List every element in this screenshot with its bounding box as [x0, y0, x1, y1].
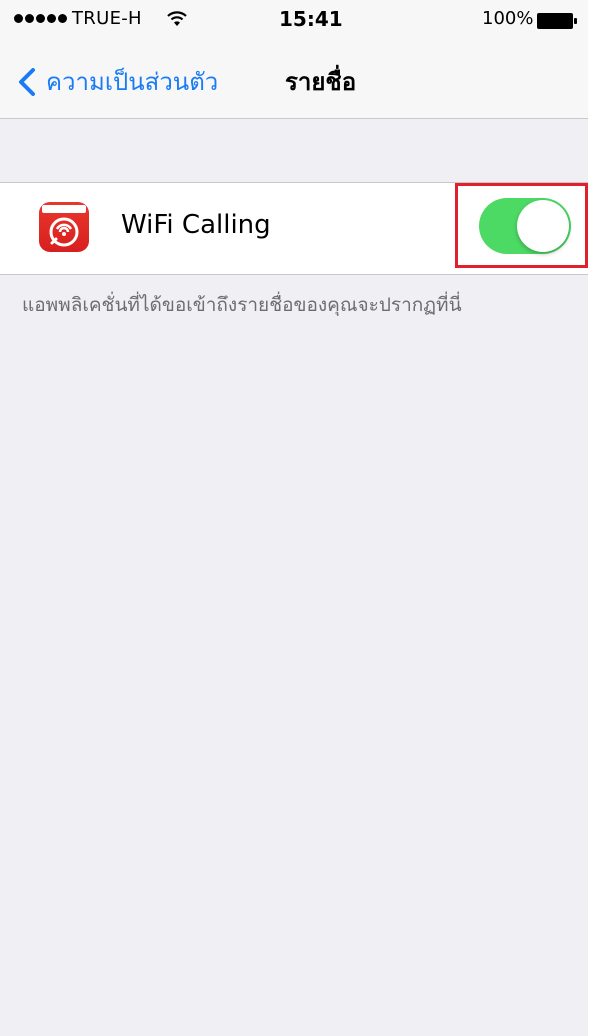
list-item-label: WiFi Calling — [121, 210, 271, 240]
wifi-calling-app-icon — [39, 202, 89, 252]
wifi-icon — [167, 11, 187, 26]
screen: TRUE-H 15:41 100% ความเป็นส่วนตัว รายชื่… — [0, 0, 598, 1036]
footer-note: แอพพลิเคชั่นที่ได้ขอเข้าถึงรายชื่อของคุณ… — [22, 294, 462, 316]
navigation-bar: ความเป็นส่วนตัว รายชื่อ — [0, 40, 598, 119]
page-title: รายชื่อ — [285, 68, 357, 96]
signal-strength-icon — [14, 14, 67, 23]
clock: 15:41 — [279, 7, 343, 31]
status-bar: TRUE-H 15:41 100% — [0, 0, 598, 40]
back-button-label: ความเป็นส่วนตัว — [46, 68, 219, 96]
highlight-annotation — [455, 183, 588, 268]
back-button[interactable]: ความเป็นส่วนตัว — [18, 62, 218, 101]
battery-percentage: 100% — [482, 8, 534, 29]
carrier-name: TRUE-H — [72, 8, 142, 29]
battery-icon — [537, 13, 577, 29]
right-edge-margin — [588, 0, 598, 1036]
chevron-left-icon — [19, 67, 35, 96]
